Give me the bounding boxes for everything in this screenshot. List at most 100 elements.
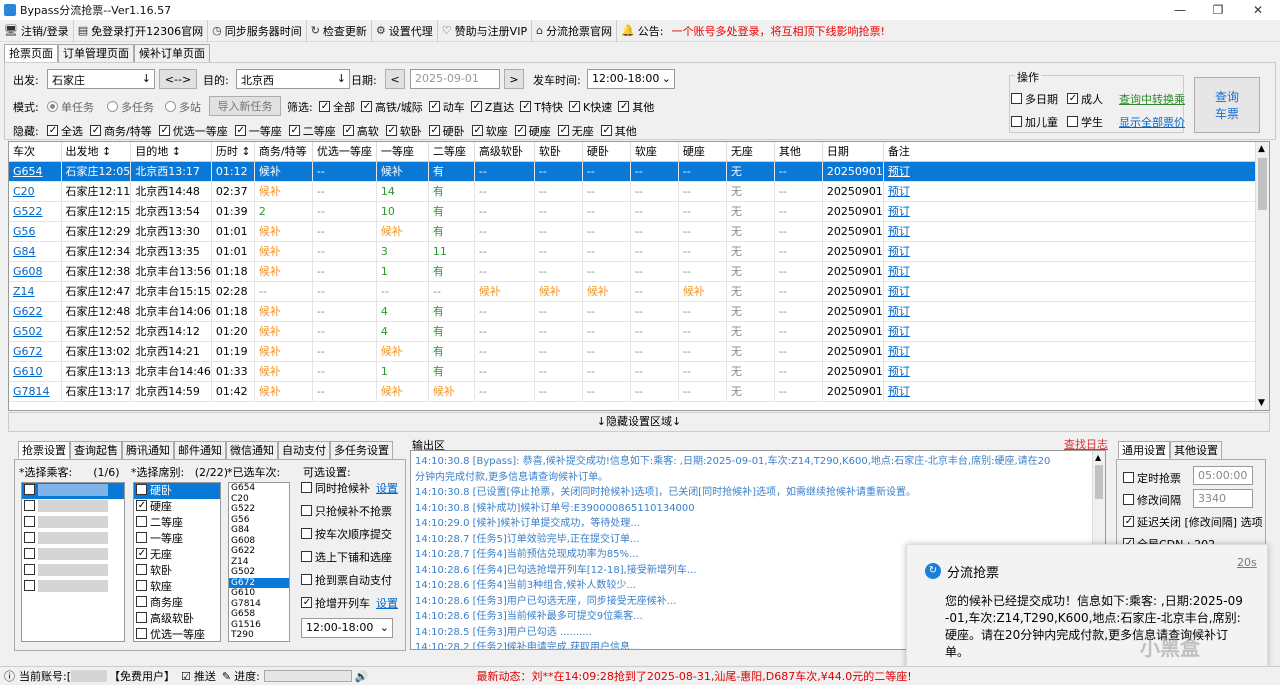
column-header[interactable]: 备注 bbox=[883, 142, 1264, 162]
minimize-button[interactable]: — bbox=[1160, 0, 1200, 20]
menu-item-4[interactable]: ⚙ 设置代理 bbox=[372, 19, 438, 42]
close-button[interactable]: ✕ bbox=[1238, 0, 1278, 20]
student-checkbox[interactable]: 学生 bbox=[1067, 114, 1103, 130]
hide-11[interactable]: 其他 bbox=[600, 123, 637, 139]
settings-tab-0[interactable]: 抢票设置 bbox=[18, 441, 70, 459]
table-row[interactable]: G672 石家庄13:02 北京西14:21 01:19 候补 -- 候补有 -- -- -- --… bbox=[9, 341, 1264, 362]
settings-tab-2[interactable]: 腾讯通知 bbox=[122, 441, 174, 459]
train-item[interactable]: G608 bbox=[229, 536, 289, 547]
option-item[interactable]: 抢到票自动支付 bbox=[301, 572, 405, 595]
column-header[interactable]: 硬卧 bbox=[582, 142, 631, 162]
hide-7[interactable]: 硬卧 bbox=[428, 123, 465, 139]
passenger-item[interactable] bbox=[22, 563, 124, 579]
filter-1[interactable]: 高铁/城际 bbox=[361, 99, 423, 115]
table-cell[interactable]: 预订 bbox=[883, 301, 1264, 322]
sound-icon[interactable]: 🔊 bbox=[355, 670, 369, 683]
settings-tab-1[interactable]: 查询起售 bbox=[70, 441, 122, 459]
multi-date-checkbox[interactable]: 多日期 bbox=[1011, 91, 1058, 107]
seat-item[interactable]: 商务座 bbox=[134, 595, 220, 611]
tab-waitlist[interactable]: 候补订单页面 bbox=[134, 44, 210, 62]
table-row[interactable]: G522 石家庄12:15 北京西13:54 01:39 2 -- 10 有 -- -- -- -- -… bbox=[9, 201, 1264, 222]
train-item[interactable]: G1516 bbox=[229, 620, 289, 631]
table-cell[interactable]: 预订 bbox=[883, 221, 1264, 242]
train-item[interactable]: G610 bbox=[229, 588, 289, 599]
table-row[interactable]: G654 石家庄12:05 北京西13:17 01:12 候补 -- 候补有 -- -- -- --… bbox=[9, 161, 1264, 182]
passenger-item[interactable] bbox=[22, 579, 124, 595]
passenger-item[interactable] bbox=[22, 483, 124, 499]
hide-8[interactable]: 软座 bbox=[471, 123, 508, 139]
option-settings-link[interactable]: 设置 bbox=[376, 482, 398, 495]
table-cell[interactable]: G84 bbox=[9, 241, 62, 262]
hide-10[interactable]: 无座 bbox=[557, 123, 594, 139]
table-cell[interactable]: 预订 bbox=[883, 341, 1264, 362]
date-input[interactable]: 2025-09-01 bbox=[410, 69, 500, 89]
menu-item-1[interactable]: ▤ 免登录打开12306官网 bbox=[74, 19, 209, 42]
settings-tab-5[interactable]: 自动支付 bbox=[278, 441, 330, 459]
passenger-item[interactable] bbox=[22, 515, 124, 531]
passenger-item[interactable] bbox=[22, 499, 124, 515]
hide-4[interactable]: 二等座 bbox=[288, 123, 336, 139]
hide-settings-toggle[interactable]: ↓隐藏设置区域↓ bbox=[8, 412, 1270, 432]
train-item[interactable]: T290 bbox=[229, 630, 289, 641]
passenger-item[interactable] bbox=[22, 547, 124, 563]
notification-toast[interactable]: ↻ 分流抢票 20s 您的候补已经提交成功！信息如下:乘客: ,日期:2025-… bbox=[906, 544, 1268, 672]
table-scrollbar[interactable]: ▲ ▼ bbox=[1255, 142, 1269, 410]
filter-3[interactable]: Z直达 bbox=[470, 99, 514, 115]
train-item[interactable]: G56 bbox=[229, 515, 289, 526]
hide-5[interactable]: 高软 bbox=[342, 123, 379, 139]
column-header[interactable]: 二等座 bbox=[428, 142, 475, 162]
hide-2[interactable]: 优选一等座 bbox=[158, 123, 228, 139]
train-item[interactable]: G522 bbox=[229, 504, 289, 515]
train-item[interactable]: G7814 bbox=[229, 599, 289, 610]
table-row[interactable]: G84 石家庄12:34 北京西13:35 01:01 候补 -- 3 11 -- -- -- -- -… bbox=[9, 241, 1264, 262]
option-item[interactable]: 选上下铺和选座 bbox=[301, 549, 405, 572]
selected-train-list[interactable]: G654 C20 G522 G56 G84 G608 G622 Z14 G502 G672 G610… bbox=[228, 482, 290, 642]
filter-0[interactable]: 全部 bbox=[319, 99, 355, 115]
table-cell[interactable]: G7814 bbox=[9, 381, 62, 402]
option-item[interactable]: 同时抢候补 设置 bbox=[301, 480, 405, 503]
hide-9[interactable]: 硬座 bbox=[514, 123, 551, 139]
seat-item[interactable]: 二等座 bbox=[134, 515, 220, 531]
table-cell[interactable]: 预订 bbox=[883, 261, 1264, 282]
table-cell[interactable]: 预订 bbox=[883, 281, 1264, 302]
column-header[interactable]: 车次 bbox=[9, 142, 62, 162]
table-row[interactable]: G502 石家庄12:52 北京西14:12 01:20 候补 -- 4 有 -- -- -- -- -… bbox=[9, 321, 1264, 342]
table-cell[interactable]: 预订 bbox=[883, 361, 1264, 382]
column-header[interactable]: 历时 ↕ bbox=[211, 142, 255, 162]
table-cell[interactable]: G610 bbox=[9, 361, 62, 382]
table-cell[interactable]: G502 bbox=[9, 321, 62, 342]
scroll-up-icon[interactable]: ▲ bbox=[1095, 453, 1101, 462]
tab-grab[interactable]: 抢票页面 bbox=[4, 44, 58, 62]
filter-4[interactable]: T特快 bbox=[520, 99, 563, 115]
seat-item[interactable]: 一等座 bbox=[134, 531, 220, 547]
table-cell[interactable]: G654 bbox=[9, 161, 62, 182]
table-cell[interactable]: G622 bbox=[9, 301, 62, 322]
table-row[interactable]: G610 石家庄13:13 北京丰台14:46 01:33 候补 -- 1 有 -- -- -- --… bbox=[9, 361, 1264, 382]
table-cell[interactable]: 预订 bbox=[883, 201, 1264, 222]
table-cell[interactable]: Z14 bbox=[9, 281, 62, 302]
train-item[interactable]: G84 bbox=[229, 525, 289, 536]
hide-1[interactable]: 商务/特等 bbox=[90, 123, 152, 139]
scroll-up-icon[interactable]: ▲ bbox=[1258, 144, 1265, 154]
settings-tab-6[interactable]: 多任务设置 bbox=[330, 441, 393, 459]
column-header[interactable]: 其他 bbox=[774, 142, 823, 162]
option-settings-link[interactable]: 设置 bbox=[376, 597, 398, 610]
interval-input[interactable]: 3340 bbox=[1193, 489, 1253, 508]
column-header[interactable]: 无座 bbox=[726, 142, 775, 162]
hide-6[interactable]: 软卧 bbox=[385, 123, 422, 139]
table-cell[interactable]: G522 bbox=[9, 201, 62, 222]
prev-date-button[interactable]: < bbox=[385, 69, 405, 89]
delay-close-checkbox[interactable]: 延迟关闭 [修改间隔] 选项 bbox=[1123, 514, 1263, 530]
passenger-list[interactable] bbox=[21, 482, 125, 642]
import-task-button[interactable]: 导入新任务 bbox=[209, 96, 281, 116]
maximize-button[interactable]: ❐ bbox=[1198, 0, 1238, 20]
scroll-thumb[interactable] bbox=[1095, 465, 1103, 499]
table-cell[interactable]: 预订 bbox=[883, 241, 1264, 262]
train-item[interactable]: G654 bbox=[229, 483, 289, 494]
mode-station[interactable]: 多站 bbox=[165, 99, 201, 115]
train-item[interactable]: Z14 bbox=[229, 557, 289, 568]
menu-item-2[interactable]: ◷ 同步服务器时间 bbox=[208, 19, 307, 42]
seat-list[interactable]: 硬卧硬座二等座一等座无座软卧软座商务座高级软卧优选一等座 bbox=[133, 482, 221, 642]
menu-item-3[interactable]: ↻ 检查更新 bbox=[307, 19, 372, 42]
hide-3[interactable]: 一等座 bbox=[234, 123, 282, 139]
